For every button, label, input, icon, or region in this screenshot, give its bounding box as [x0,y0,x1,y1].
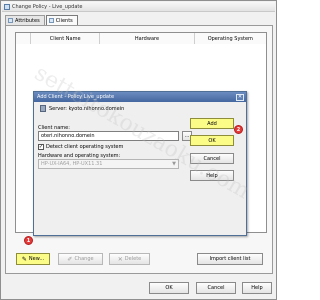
policy-icon [4,3,10,10]
client-list-header: Client Name Hardware Operating System [16,33,267,44]
clients-icon [48,18,54,23]
step-marker-1: 1 [24,236,33,245]
help-button-label: Help [251,285,263,291]
window-titlebar[interactable]: Change Policy - Live_update [2,2,275,12]
import-client-list-label: Import client list [209,256,251,262]
server-label: Server: kyoto.nihonno.domein [49,105,125,112]
add-button[interactable]: Add [190,118,234,129]
column-header-hardware[interactable]: Hardware [100,33,195,44]
column-header-blank[interactable] [16,33,31,44]
ok-button[interactable]: OK [149,282,189,294]
tab-clients[interactable]: Clients [45,15,78,25]
change-icon: ✐ [67,255,73,263]
hw-os-select[interactable]: HP-UX-IA64, HP-UX11.31 ▼ [38,159,179,169]
tab-attributes[interactable]: Attributes [5,15,45,25]
change-client-button[interactable]: ✐ Change [58,253,103,265]
detect-os-row[interactable]: ✓ Detect client operating system [38,144,123,150]
dialog-ok-button[interactable]: OK [190,135,234,146]
dialog-cancel-button[interactable]: Cancel [190,153,234,164]
dialog-help-button[interactable]: Help [190,170,234,181]
step-marker-2: 2 [234,125,243,134]
tab-clients-label: Clients [55,17,73,24]
cancel-button-label: Cancel [207,285,225,291]
change-client-label: Change [74,256,94,262]
delete-client-label: Delete [124,256,142,262]
ok-button-label: OK [165,285,173,291]
import-client-list-button[interactable]: Import client list [197,253,263,265]
server-row: Server: kyoto.nihonno.domein [40,105,124,112]
new-icon: ✎ [21,255,27,263]
column-header-operating-system[interactable]: Operating System [194,33,267,44]
tab-strip: Attributes Clients [5,15,79,25]
window-title: Change Policy - Live_update [12,3,83,10]
cancel-button[interactable]: Cancel [196,282,236,294]
new-client-label: New... [28,256,45,262]
chevron-down-icon: ▼ [172,161,176,167]
close-icon[interactable]: ✕ [236,93,244,101]
column-header-client-name[interactable]: Client Name [30,33,101,44]
delete-client-button[interactable]: ✕ Delete [109,253,150,265]
help-button[interactable]: Help [242,282,272,294]
delete-icon: ✕ [117,255,123,263]
detect-os-label: Detect client operating system [46,144,124,150]
new-client-button[interactable]: ✎ New... [16,253,50,265]
dialog-title: Add Client - Policy Live_update [37,94,115,100]
server-icon [40,105,46,112]
detect-os-checkbox[interactable]: ✓ [38,144,44,150]
tab-attributes-label: Attributes [15,17,40,24]
add-client-dialog: Add Client - Policy Live_update ✕ Server… [33,91,247,236]
client-name-input[interactable]: oteri.nihonno.domein [38,131,179,141]
hw-os-value: HP-UX-IA64, HP-UX11.31 [41,161,103,167]
attributes-icon [8,18,13,23]
dialog-titlebar[interactable]: Add Client - Policy Live_update ✕ [34,92,246,102]
